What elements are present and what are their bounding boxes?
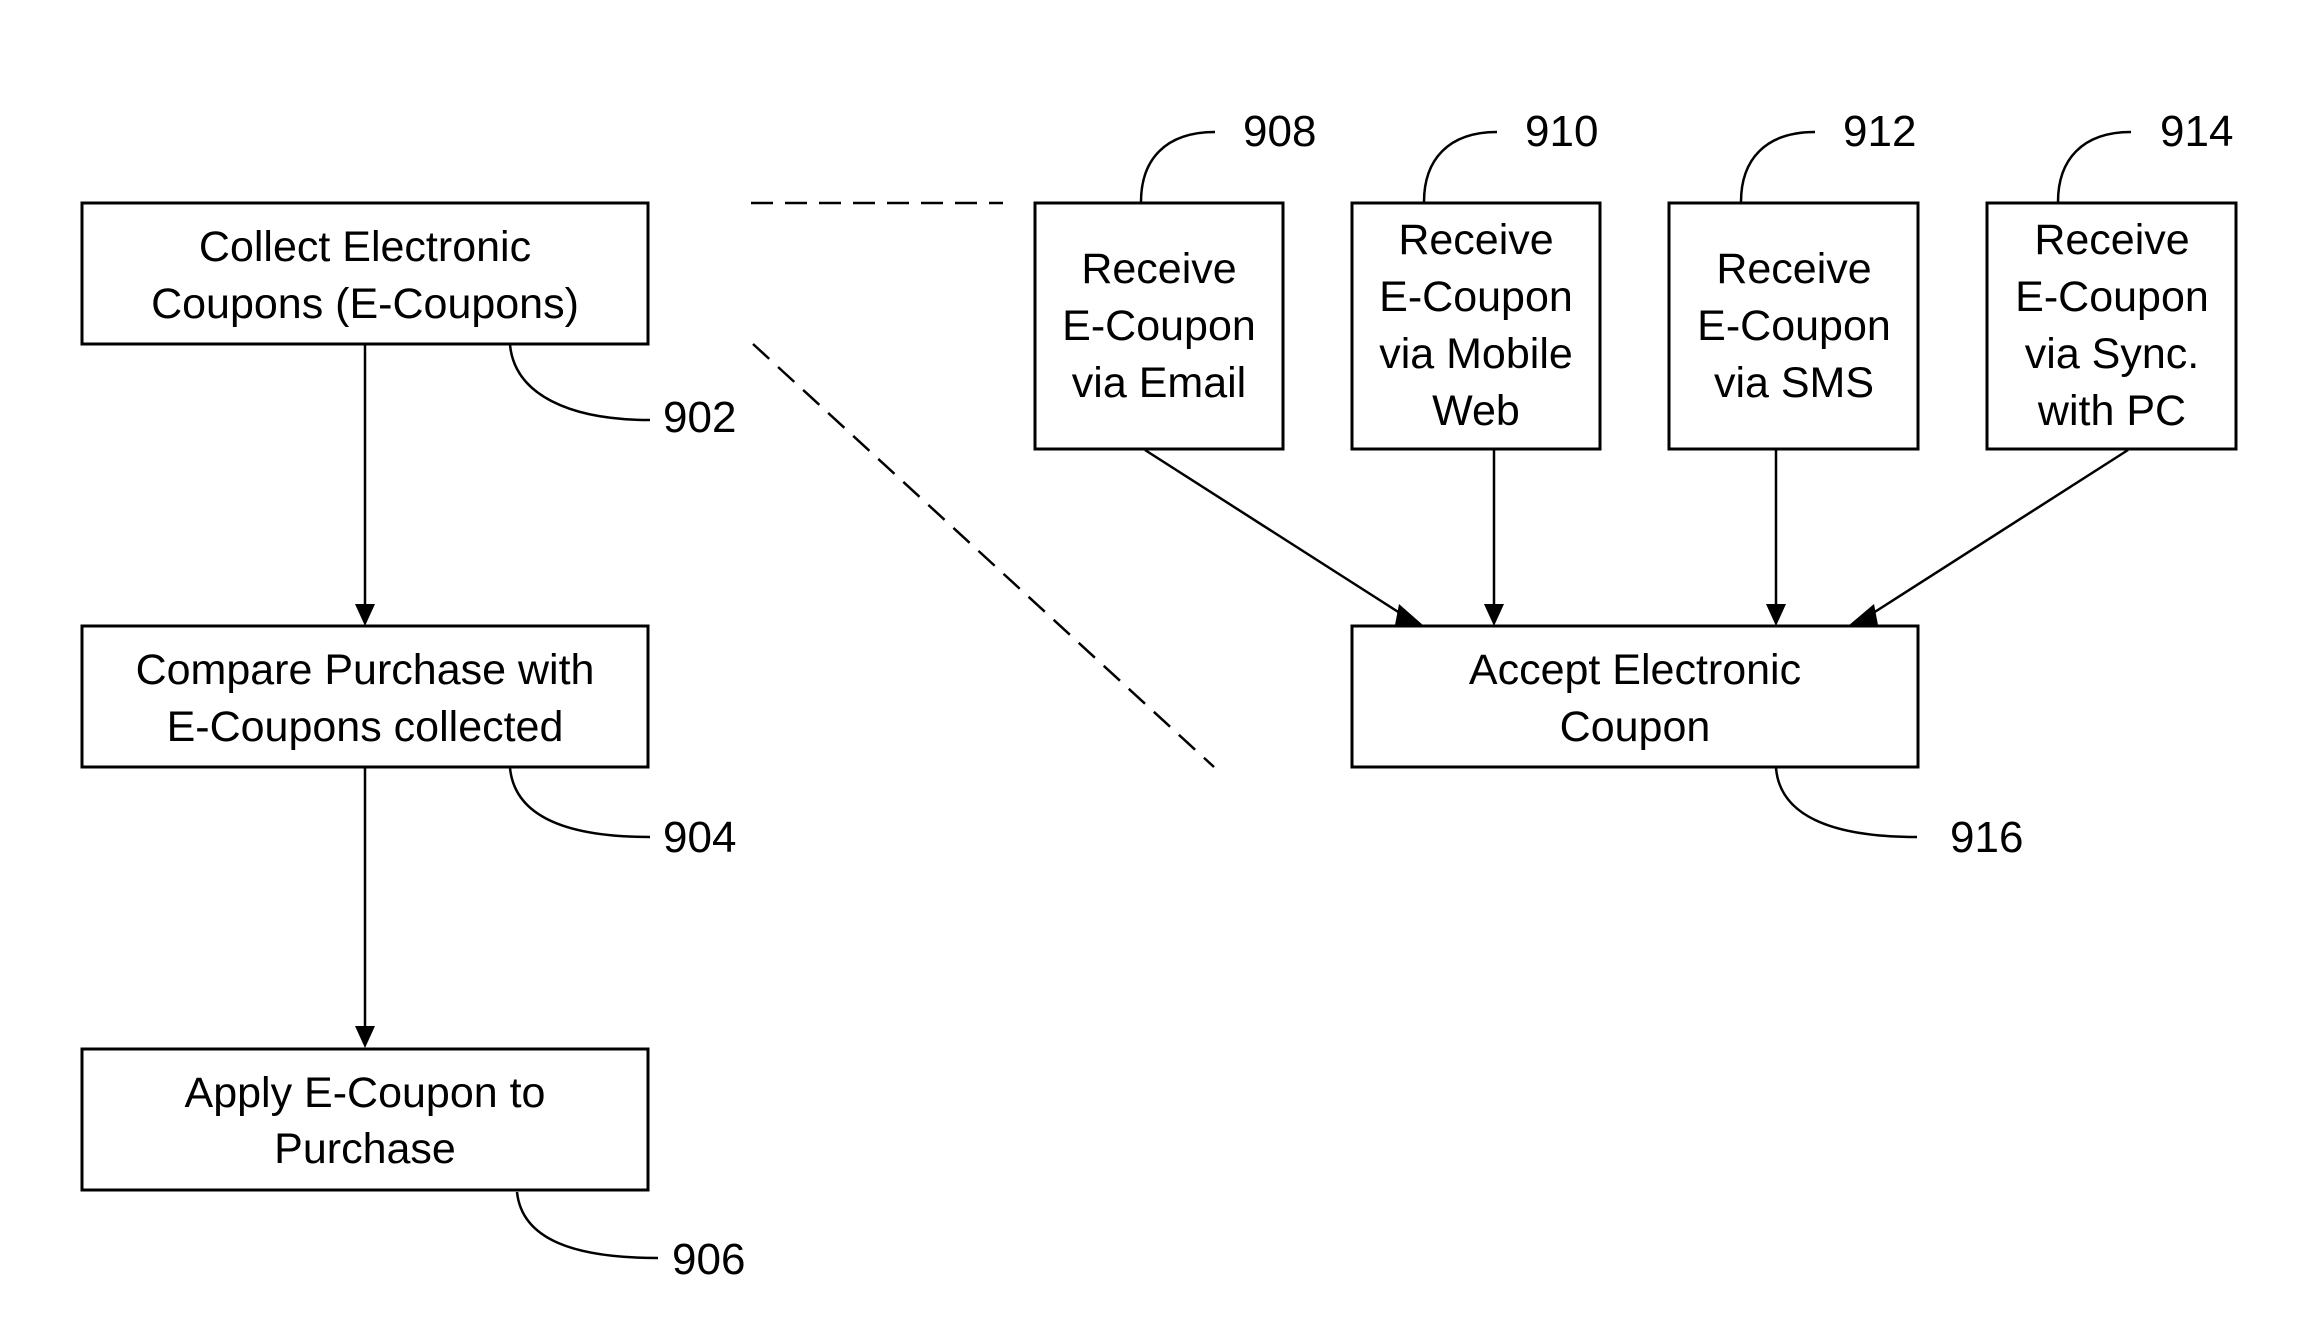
- source-908-line-1: Receive: [1081, 245, 1236, 293]
- step-compare-purchase: Compare Purchase with E-Coupons collecte…: [80, 624, 650, 769]
- svg-text:Compare Purchase with: Compare Purchase with: [136, 646, 595, 694]
- svg-text:via Mobile: via Mobile: [1379, 330, 1573, 378]
- source-912-line-1: Receive: [1716, 245, 1871, 293]
- source-912-line-2: E-Coupon: [1697, 302, 1891, 350]
- svg-text:E-Coupon: E-Coupon: [1697, 302, 1891, 350]
- svg-text:Coupons (E-Coupons): Coupons (E-Coupons): [151, 280, 579, 328]
- svg-text:Receive: Receive: [1081, 245, 1236, 293]
- arrowhead-914-to-916: [1848, 604, 1878, 626]
- leader-904: [508, 767, 651, 839]
- source-mobile-web: Receive E-Coupon via Mobile Web: [1350, 201, 1602, 451]
- leader-916: [1774, 767, 1918, 839]
- ref-label-912: 912: [1843, 107, 1916, 156]
- source-914-line-3: via Sync.: [2025, 330, 2199, 378]
- svg-text:Receive: Receive: [1716, 245, 1871, 293]
- step-904-line-2: E-Coupons collected: [167, 703, 564, 751]
- leader-908: [1139, 130, 1216, 203]
- arrowhead-908-to-916: [1395, 604, 1424, 626]
- step-904-line-1: Compare Purchase with: [136, 646, 595, 694]
- leader-910: [1422, 130, 1498, 203]
- source-914-line-1: Receive: [2034, 216, 2189, 264]
- source-email: Receive E-Coupon via Email: [1033, 201, 1285, 451]
- ref-label-902: 902: [663, 393, 736, 442]
- ref-label-914: 914: [2160, 107, 2233, 156]
- flowchart-diagram: Collect Electronic Coupons (E-Coupons) 9…: [80, 107, 2238, 1284]
- svg-text:Coupon: Coupon: [1560, 703, 1711, 751]
- source-908-line-2: E-Coupon: [1062, 302, 1256, 350]
- source-sms: Receive E-Coupon via SMS: [1667, 201, 1920, 451]
- svg-text:via Email: via Email: [1072, 359, 1246, 407]
- svg-text:Accept Electronic: Accept Electronic: [1469, 646, 1801, 694]
- ref-label-916: 916: [1950, 813, 2023, 862]
- source-914-line-4: with PC: [2037, 387, 2186, 435]
- target-916-line-2: Coupon: [1560, 703, 1711, 751]
- ref-label-908: 908: [1243, 107, 1316, 156]
- ref-label-906: 906: [672, 1235, 745, 1284]
- leader-906: [515, 1191, 659, 1260]
- arrowhead-912-to-916: [1766, 604, 1786, 626]
- source-908-line-3: via Email: [1072, 359, 1246, 407]
- arrowhead-910-to-916: [1484, 604, 1504, 626]
- arrowhead-902-to-904: [355, 604, 375, 626]
- source-910-line-2: E-Coupon: [1379, 273, 1573, 321]
- svg-text:Apply E-Coupon to: Apply E-Coupon to: [185, 1069, 546, 1117]
- svg-text:E-Coupon: E-Coupon: [2015, 273, 2209, 321]
- arrowhead-904-to-906: [355, 1026, 375, 1048]
- step-906-line-2: Purchase: [274, 1125, 456, 1173]
- svg-text:via SMS: via SMS: [1714, 359, 1874, 407]
- svg-text:Purchase: Purchase: [274, 1125, 456, 1173]
- svg-text:via Sync.: via Sync.: [2025, 330, 2199, 378]
- step-collect-e-coupons: Collect Electronic Coupons (E-Coupons): [80, 201, 650, 346]
- svg-text:E-Coupon: E-Coupon: [1062, 302, 1256, 350]
- leader-902: [508, 344, 651, 422]
- target-916-line-1: Accept Electronic: [1469, 646, 1801, 694]
- source-910-line-4: Web: [1432, 387, 1520, 435]
- step-906-line-1: Apply E-Coupon to: [185, 1069, 546, 1117]
- step-902-line-2: Coupons (E-Coupons): [151, 280, 579, 328]
- arrow-908-to-916: [1144, 448, 1404, 617]
- svg-text:Receive: Receive: [1398, 216, 1553, 264]
- svg-text:Web: Web: [1432, 387, 1520, 435]
- step-accept-electronic-coupon: Accept Electronic Coupon: [1350, 624, 1920, 769]
- step-902-line-1: Collect Electronic: [199, 223, 531, 271]
- source-sync-pc: Receive E-Coupon via Sync. with PC: [1985, 201, 2238, 451]
- svg-text:Receive: Receive: [2034, 216, 2189, 264]
- leader-914: [2056, 130, 2132, 203]
- leader-912: [1739, 130, 1816, 203]
- source-912-line-3: via SMS: [1714, 359, 1874, 407]
- svg-text:E-Coupons collected: E-Coupons collected: [167, 703, 564, 751]
- source-910-line-1: Receive: [1398, 216, 1553, 264]
- ref-label-910: 910: [1525, 107, 1598, 156]
- ref-label-904: 904: [663, 813, 736, 862]
- source-914-line-2: E-Coupon: [2015, 273, 2209, 321]
- svg-text:Collect Electronic: Collect Electronic: [199, 223, 531, 271]
- svg-text:with PC: with PC: [2037, 387, 2186, 435]
- step-apply-e-coupon: Apply E-Coupon to Purchase: [80, 1047, 650, 1192]
- svg-text:E-Coupon: E-Coupon: [1379, 273, 1573, 321]
- source-910-line-3: via Mobile: [1379, 330, 1573, 378]
- arrow-914-to-916: [1869, 448, 2129, 617]
